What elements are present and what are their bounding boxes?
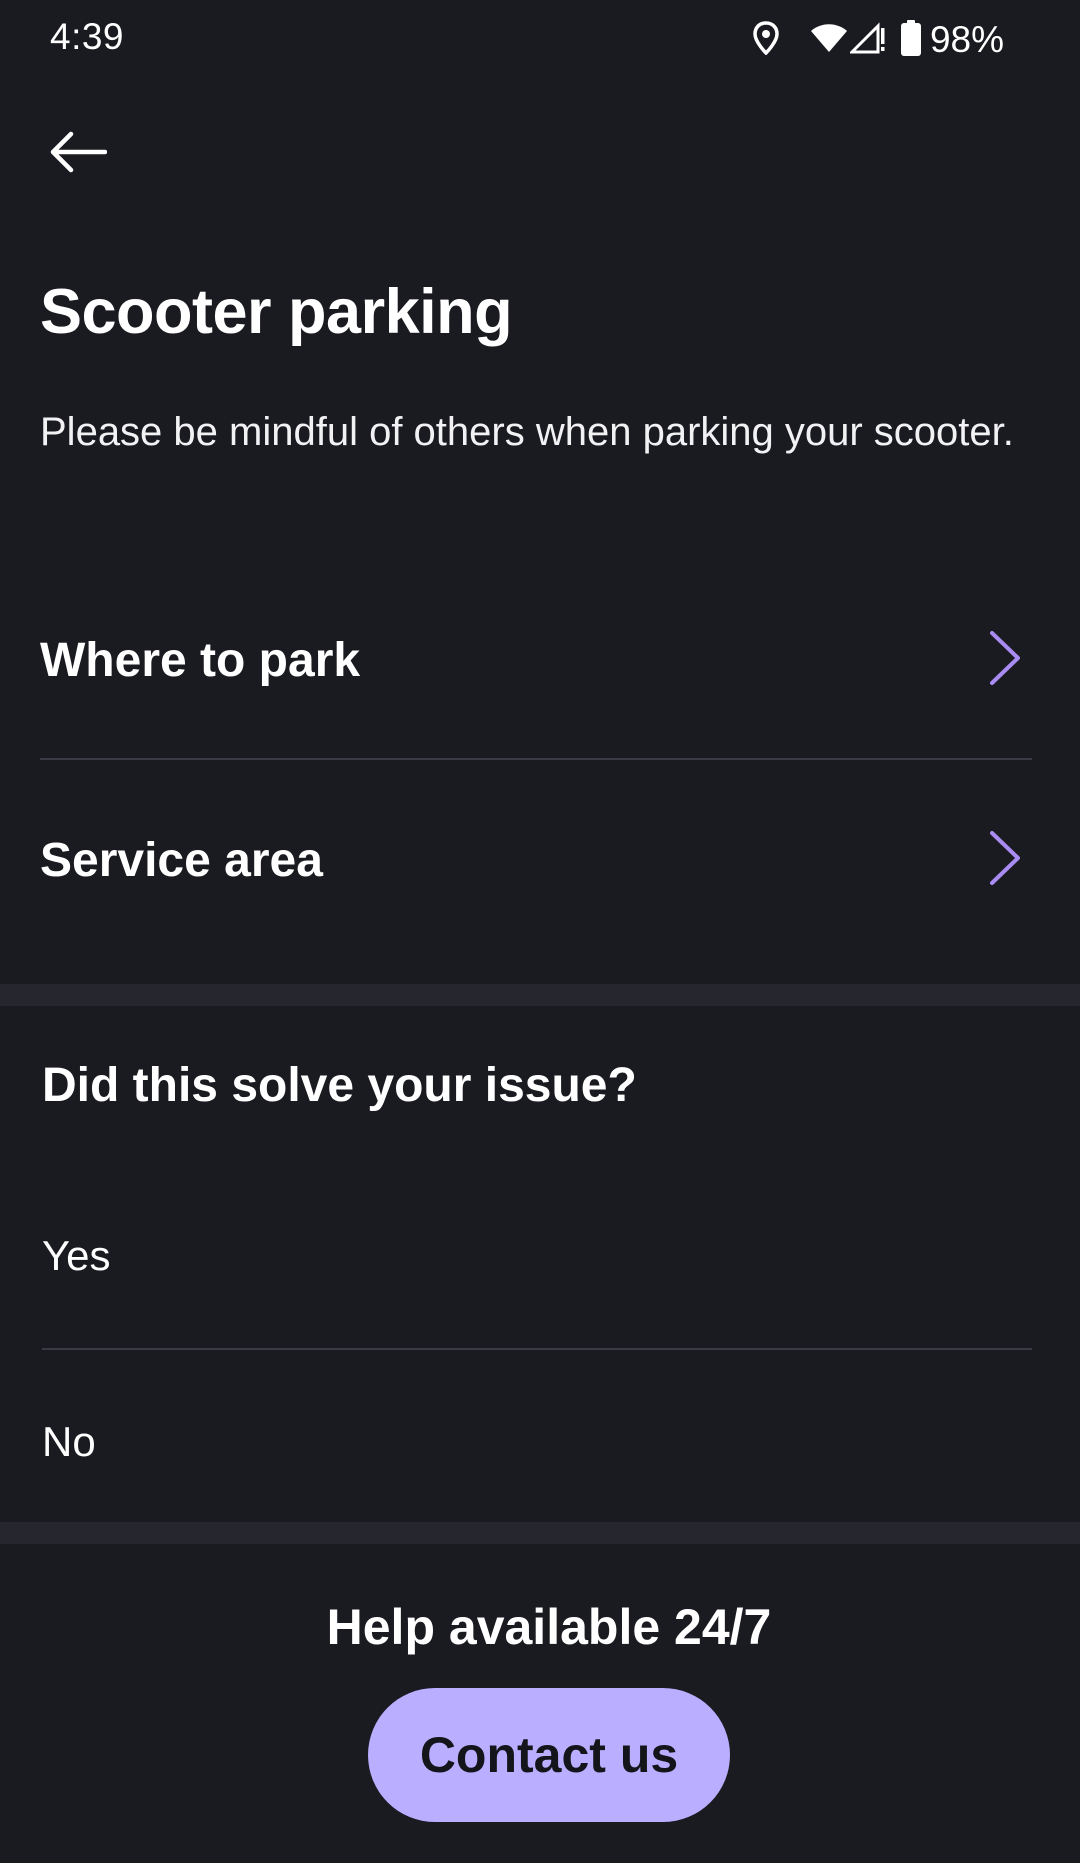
help-available-text: Help available 24/7 bbox=[326, 1599, 772, 1655]
where-to-park-label: Where to park bbox=[40, 633, 361, 687]
status-time: 4:39 bbox=[50, 16, 125, 57]
feedback-divider bbox=[42, 1348, 1032, 1350]
location-icon bbox=[752, 20, 780, 60]
service-area-item[interactable]: Service area bbox=[40, 810, 1032, 910]
chevron-right-icon bbox=[988, 630, 1022, 691]
status-bar: 4:39 98% bbox=[0, 0, 1080, 80]
page-subtitle: Please be mindful of others when parking… bbox=[40, 410, 1014, 454]
section-separator bbox=[0, 984, 1080, 1006]
signal-icon bbox=[848, 21, 886, 59]
nav-divider bbox=[40, 758, 1032, 760]
contact-us-button[interactable]: Contact us bbox=[368, 1688, 730, 1822]
section-separator bbox=[0, 1522, 1080, 1544]
page-title: Scooter parking bbox=[40, 277, 513, 347]
battery-icon bbox=[900, 19, 922, 61]
wifi-icon bbox=[810, 23, 848, 58]
where-to-park-item[interactable]: Where to park bbox=[40, 610, 1032, 710]
back-button[interactable] bbox=[40, 124, 116, 184]
battery-percent: 98% bbox=[929, 19, 1004, 60]
status-icons: 98% bbox=[738, 16, 1004, 64]
feedback-yes-option[interactable]: Yes bbox=[42, 1206, 1032, 1306]
chevron-right-icon bbox=[988, 830, 1022, 891]
feedback-no-option[interactable]: No bbox=[42, 1392, 1032, 1492]
service-area-label: Service area bbox=[40, 833, 323, 887]
arrow-left-icon bbox=[49, 131, 108, 178]
feedback-question: Did this solve your issue? bbox=[42, 1059, 637, 1112]
